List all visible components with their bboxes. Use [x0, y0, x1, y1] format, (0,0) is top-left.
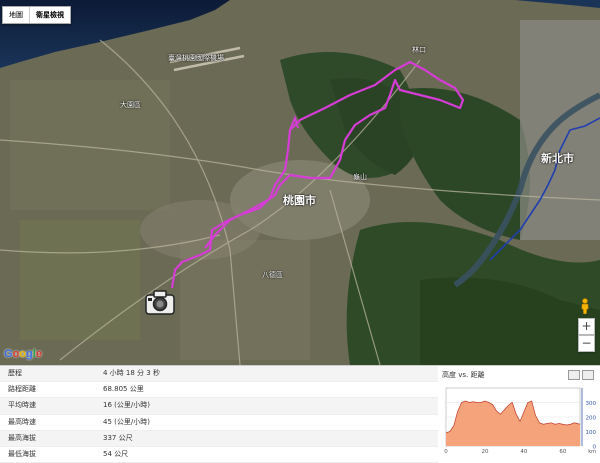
stat-label: 最高海拔: [8, 433, 36, 442]
y-tick-label: 200: [586, 416, 597, 422]
stat-value: 68.805 公里: [103, 385, 144, 394]
stat-row-distance: 路程距離 68.805 公里: [0, 382, 438, 399]
map-type-map-button[interactable]: 地圖: [3, 7, 29, 23]
trip-stats-table: 歷程 4 小時 18 分 3 秒 路程距離 68.805 公里 平均時速 16 …: [0, 365, 438, 463]
camera-icon[interactable]: [145, 288, 175, 316]
street-view-pegman-icon[interactable]: [580, 298, 590, 314]
x-tick-label: 0: [444, 449, 448, 455]
stat-value: 4 小時 18 分 3 秒: [103, 369, 160, 377]
stat-row-avg-speed: 平均時速 16 (公里/小時): [0, 398, 438, 415]
x-tick-label: 40: [520, 449, 527, 455]
stat-label: 歷程: [8, 369, 22, 377]
map-label-airport: 臺灣桃園國際機場: [168, 54, 224, 62]
blue-route: [489, 117, 600, 261]
stat-row-duration: 歷程 4 小時 18 分 3 秒: [0, 366, 438, 383]
map-type-satellite-button[interactable]: 衛星檢視: [29, 7, 70, 23]
google-logo: Google: [4, 348, 42, 360]
stat-value: 337 公尺: [103, 433, 133, 442]
x-axis-label: km: [588, 449, 596, 455]
stat-row-max-speed: 最高時速 45 (公里/小時): [0, 415, 438, 431]
map-label-newtaipei: 新北市: [541, 152, 574, 165]
map-type-switcher: 地圖 衛星檢視: [2, 6, 71, 24]
y-tick-label: 300: [586, 401, 597, 407]
chart-toggle-right-button[interactable]: [582, 370, 594, 380]
map-label-guishan: 龜山: [353, 173, 367, 181]
stat-label: 平均時速: [8, 401, 36, 410]
map-label-taoyuan: 桃園市: [283, 194, 316, 207]
chart-title: 高度 vs. 距離: [442, 371, 485, 379]
y-tick-label: 100: [586, 430, 597, 436]
satellite-map[interactable]: 臺灣桃園國際機場 桃園市 新北市 林口 龜山 八德區 大園區 地圖 衛星檢視 +…: [0, 0, 600, 365]
chart-toggle-left-button[interactable]: [568, 370, 580, 380]
map-label-dayuan: 大園區: [120, 101, 141, 109]
zoom-out-button[interactable]: −: [578, 335, 595, 352]
stat-label: 路程距離: [8, 385, 36, 394]
elevation-chart: 0 100 200 300 0 20 40 60 km 高度 vs. 距離: [438, 365, 600, 458]
stat-row-max-altitude: 最高海拔 337 公尺: [0, 430, 438, 447]
stat-row-min-altitude: 最低海拔 54 公尺: [0, 447, 438, 463]
stat-value: 54 公尺: [103, 449, 129, 458]
x-tick-label: 60: [559, 449, 566, 455]
stat-value: 45 (公里/小時): [103, 417, 150, 426]
map-label-linkou: 林口: [412, 46, 426, 54]
x-tick-label: 20: [481, 449, 488, 455]
stat-label: 最高時速: [8, 417, 36, 426]
stat-value: 16 (公里/小時): [103, 401, 150, 410]
stat-label: 最低海拔: [8, 449, 36, 458]
route-viewer: 臺灣桃園國際機場 桃園市 新北市 林口 龜山 八德區 大園區 地圖 衛星檢視 +…: [0, 0, 600, 463]
chart-toggle: [568, 370, 594, 380]
zoom-in-button[interactable]: +: [578, 318, 595, 335]
map-label-bade: 八德區: [262, 271, 283, 279]
